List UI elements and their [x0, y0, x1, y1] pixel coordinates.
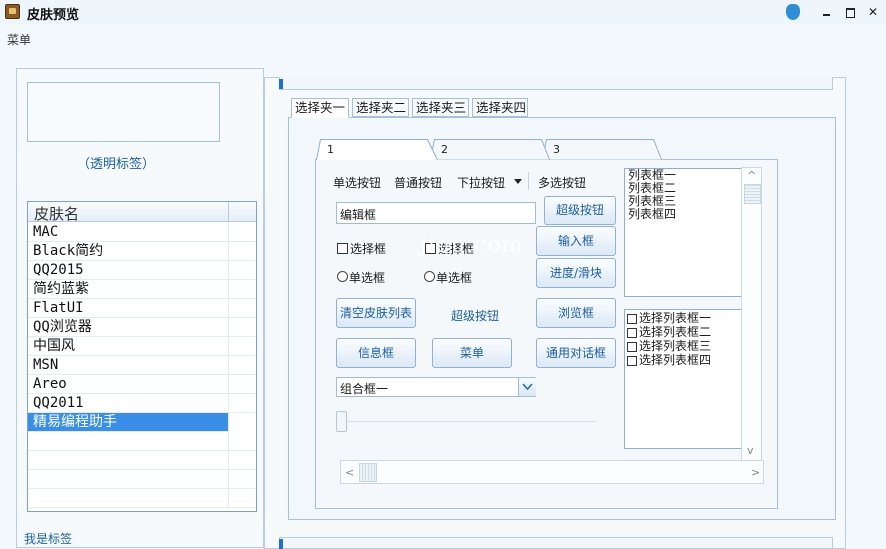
skin-list-header-label: 皮肤名 [34, 205, 80, 223]
column-divider [228, 202, 229, 222]
super-button-flat[interactable]: 超级按钮 [451, 307, 499, 324]
input-box-button[interactable]: 输入框 [536, 226, 616, 256]
slider-thumb[interactable] [336, 411, 347, 432]
inner-tab-3[interactable]: 3 [542, 139, 662, 160]
multi-select-button[interactable]: 多选按钮 [538, 174, 586, 191]
skin-row[interactable]: Black简约 [28, 242, 256, 261]
inner-tab-2[interactable]: 2 [430, 139, 550, 160]
skin-row-empty [28, 470, 256, 489]
checkbox-label[interactable]: 选择框 [350, 240, 386, 257]
chevron-up-icon[interactable]: ^ [747, 169, 756, 182]
check-list-item[interactable]: 选择列表框四 [625, 354, 758, 368]
skin-list[interactable]: 皮肤名 MAC Black简约 QQ2015 简约蓝紫 FlatUI QQ浏览器… [27, 201, 257, 512]
skin-row-empty [28, 451, 256, 470]
message-box-button[interactable]: 信息框 [336, 338, 416, 368]
chevron-right-icon[interactable]: > [751, 466, 760, 479]
combo-box-value: 组合框一 [340, 382, 389, 396]
maximize-button[interactable] [841, 3, 859, 21]
super-button[interactable]: 超级按钮 [544, 196, 616, 225]
chevron-down-icon[interactable]: v [747, 444, 754, 457]
checkbox[interactable] [627, 342, 637, 352]
transparent-label-box [27, 82, 220, 142]
menu-item[interactable]: 菜单 [7, 31, 31, 48]
common-dialog-button[interactable]: 通用对话框 [536, 338, 616, 368]
scroll-marker [279, 539, 283, 549]
checkbox[interactable] [627, 314, 637, 324]
app-icon [5, 4, 20, 19]
skin-row[interactable]: MSN [28, 356, 256, 375]
skin-row[interactable]: QQ2015 [28, 261, 256, 280]
radio-button[interactable] [424, 271, 435, 282]
bottom-scrollbar[interactable] [279, 537, 833, 549]
bottom-label: 我是标签 [24, 532, 73, 546]
check-list-item[interactable]: 选择列表框三 [625, 340, 758, 354]
list-item[interactable]: 列表框四 [625, 208, 758, 221]
minimize-button[interactable] [818, 3, 836, 21]
skin-row[interactable]: 中国风 [28, 337, 256, 356]
skin-list-header[interactable]: 皮肤名 [28, 202, 256, 223]
tab-selector-1[interactable]: 选择夹一 [291, 98, 349, 118]
tab-selector-3[interactable]: 选择夹三 [412, 98, 469, 117]
skin-row-empty [28, 432, 256, 451]
toolbar-divider [528, 172, 529, 190]
menu-button[interactable]: 菜单 [432, 338, 512, 368]
skin-row-empty [28, 489, 256, 508]
transparent-label: （透明标签） [77, 157, 156, 172]
edit-box[interactable]: 编辑框 [336, 202, 536, 224]
radio-button[interactable] [337, 271, 348, 282]
check-list-box[interactable]: 选择列表框一 选择列表框二 选择列表框三 选择列表框四 [624, 309, 759, 449]
horizontal-scrollbar[interactable]: < > [340, 460, 764, 484]
check-list-item[interactable]: 选择列表框一 [625, 312, 758, 326]
skin-row[interactable]: 简约蓝紫 [28, 280, 256, 299]
tab-selector-2[interactable]: 选择夹二 [352, 98, 409, 117]
combo-box[interactable]: 组合框一 [336, 377, 536, 397]
browse-button[interactable]: 浏览框 [536, 298, 616, 328]
checkbox[interactable] [337, 243, 348, 254]
skin-row-selected[interactable]: 精易编程助手 [28, 413, 229, 432]
scrollbar-thumb[interactable] [744, 184, 761, 204]
vertical-scrollbar[interactable]: ^ v [741, 167, 762, 461]
window-title: 皮肤预览 [27, 8, 80, 23]
inner-tab-1[interactable]: 1 [316, 139, 438, 161]
radio-button-label[interactable]: 单选按钮 [333, 174, 381, 191]
skin-row[interactable]: QQ2011 [28, 394, 256, 413]
skin-row[interactable]: QQ浏览器 [28, 318, 256, 337]
chevron-down-icon[interactable] [518, 378, 536, 396]
dropdown-button[interactable]: 下拉按钮 [457, 174, 505, 191]
radio-label[interactable]: 单选框 [349, 269, 385, 286]
slider-track[interactable] [347, 421, 597, 422]
checkbox[interactable] [627, 328, 637, 338]
chevron-left-icon[interactable]: < [345, 466, 354, 479]
check-list-item[interactable]: 选择列表框二 [625, 326, 758, 340]
normal-button[interactable]: 普通按钮 [394, 174, 442, 191]
skin-row[interactable]: FlatUI [28, 299, 256, 318]
progress-slider-button[interactable]: 进度/滑块 [536, 258, 616, 288]
top-scrollbar[interactable] [279, 77, 833, 90]
scroll-marker [279, 79, 283, 89]
radio-label[interactable]: 单选框 [436, 269, 472, 286]
tab-selector-4[interactable]: 选择夹四 [472, 98, 528, 117]
list-box[interactable]: 列表框一 列表框二 列表框三 列表框四 [624, 168, 759, 297]
clear-skin-list-button[interactable]: 清空皮肤列表 [336, 298, 416, 328]
title-bar [0, 0, 886, 24]
scrollbar-thumb[interactable] [359, 463, 377, 482]
dropdown-arrow-icon[interactable] [514, 179, 522, 184]
watermark: jiqu.com [420, 233, 524, 258]
close-button[interactable]: ✕ [864, 3, 882, 21]
skin-row[interactable]: MAC [28, 223, 256, 242]
checkbox[interactable] [627, 356, 637, 366]
skin-row[interactable]: Areo [28, 375, 256, 394]
skin-icon[interactable] [786, 4, 800, 20]
